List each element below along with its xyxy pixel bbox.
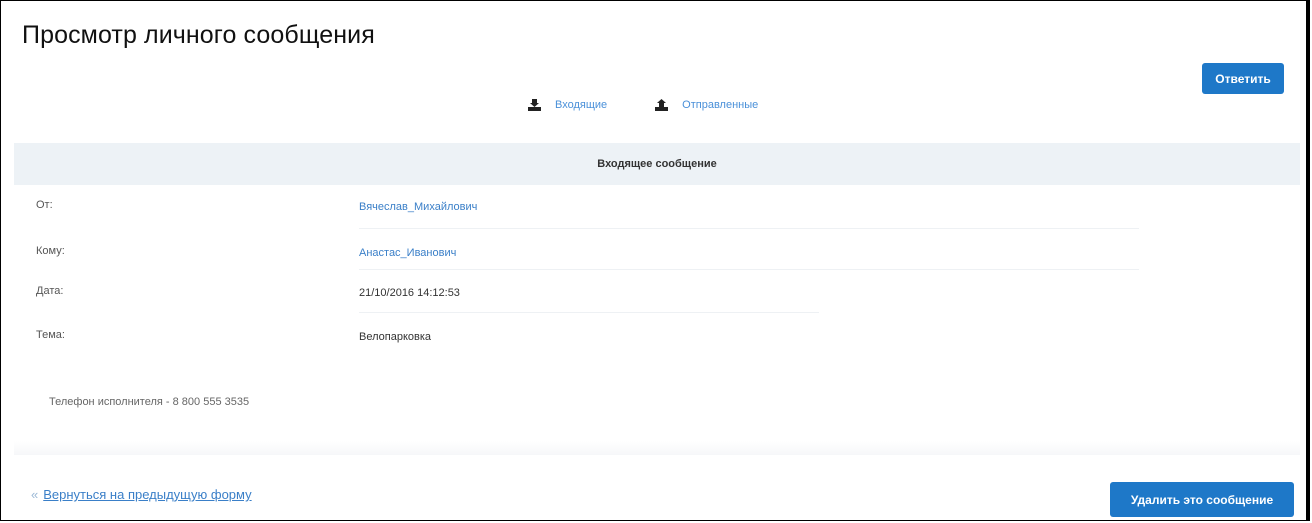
folder-label-inbox: Входящие — [555, 99, 608, 111]
subject-value: Велопарковка — [359, 331, 432, 343]
from-label: От: — [36, 199, 53, 211]
back-link[interactable]: Вернуться на предыдущую форму — [31, 487, 251, 502]
message-view-window: Просмотр личного сообщения Ответить Вход… — [0, 0, 1310, 521]
subject-label: Тема: — [36, 329, 65, 341]
folder-link-sent[interactable]: Отправленные — [655, 99, 758, 111]
delete-message-button[interactable]: Удалить это сообщение — [1110, 482, 1294, 517]
message-header-title: Входящее сообщение — [597, 158, 717, 170]
reply-button[interactable]: Ответить — [1202, 63, 1284, 94]
folder-label-sent: Отправленные — [682, 99, 759, 111]
row-divider — [359, 228, 1139, 229]
folder-nav: Входящие Отправленные — [528, 94, 758, 116]
to-label: Кому: — [36, 245, 65, 257]
from-value-link[interactable]: Вячеслав_Михайлович — [359, 201, 477, 213]
message-body: Телефон исполнителя - 8 800 555 3535 — [49, 396, 250, 408]
outbox-tray-icon — [655, 99, 669, 111]
inbox-tray-icon — [528, 99, 541, 111]
date-label: Дата: — [36, 285, 64, 297]
section-divider — [14, 441, 1300, 455]
to-value-link[interactable]: Анастас_Иванович — [359, 247, 456, 259]
page-title: Просмотр личного сообщения — [22, 21, 375, 49]
row-divider — [359, 269, 1139, 270]
row-divider — [359, 312, 819, 313]
message-header-bar: Входящее сообщение — [14, 143, 1300, 185]
date-value: 21/10/2016 14:12:53 — [359, 287, 460, 299]
folder-link-inbox[interactable]: Входящие — [528, 99, 607, 111]
